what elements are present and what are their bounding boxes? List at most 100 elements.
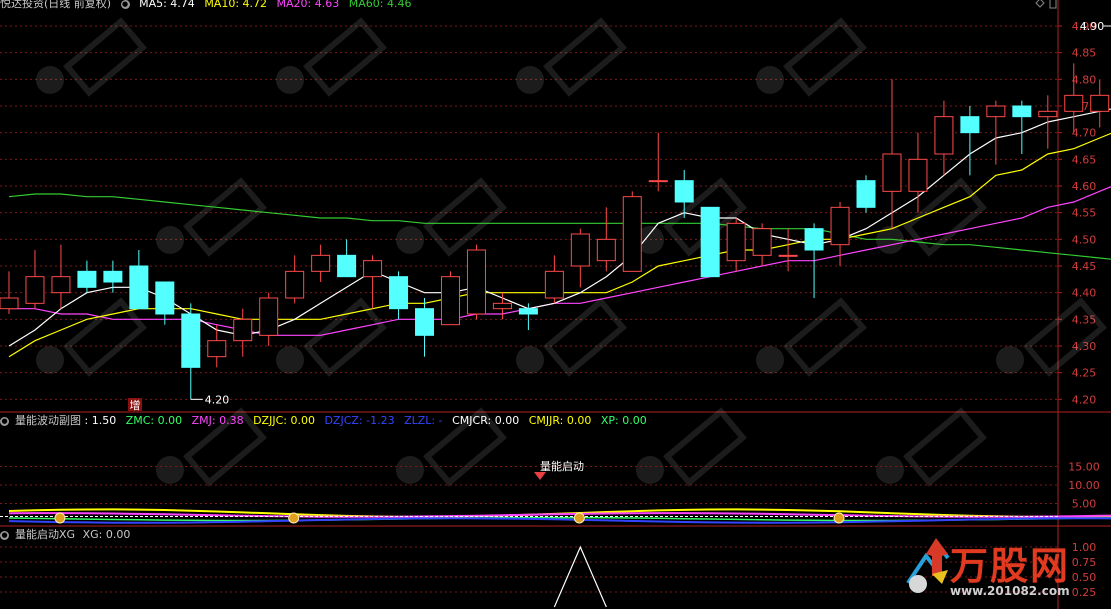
ma60-label: MA60: 4.46 <box>348 0 412 10</box>
candle-body <box>752 228 772 256</box>
sub2-name[interactable]: 量能启动XG <box>15 528 75 541</box>
candle-body <box>570 233 590 267</box>
candlestick <box>778 228 798 272</box>
candle-body <box>129 265 149 310</box>
candlestick <box>233 308 253 357</box>
xg-label: XG: 0.00 <box>82 528 131 541</box>
ma20-label: MA20: 4.63 <box>276 0 340 10</box>
watermark-shape <box>783 17 867 97</box>
watermark-shape <box>756 66 784 94</box>
candle-body <box>674 180 694 203</box>
candlestick <box>934 100 954 176</box>
sub1-axis-label: 5.00 <box>1072 498 1097 511</box>
price-axis-label: 4.80 <box>1072 73 1097 86</box>
candle-body <box>285 270 305 299</box>
candlestick <box>77 260 97 293</box>
watermark-shape <box>423 177 507 257</box>
zeng-marker: 增 <box>130 398 141 412</box>
watermark-shape <box>156 226 184 254</box>
watermark-shape <box>756 346 784 374</box>
candlestick <box>700 206 720 278</box>
watermark-shape <box>516 346 544 374</box>
candle-body <box>908 158 928 192</box>
sub1-val0: : 1.50 <box>84 414 117 427</box>
candlestick <box>596 207 616 272</box>
candle-body <box>77 270 97 288</box>
candlestick <box>363 255 383 309</box>
price-axis-label: 4.40 <box>1072 287 1097 300</box>
sub1-name[interactable]: 量能波动副图 <box>15 414 81 427</box>
signal-diamond-icon <box>534 472 546 480</box>
candlestick <box>155 281 175 325</box>
price-axis-label: 4.70 <box>1072 127 1097 140</box>
price-axis-label: 4.45 <box>1072 260 1097 273</box>
candle-body <box>363 260 383 278</box>
watermark-shape <box>516 66 544 94</box>
watermark-shape <box>276 66 304 94</box>
diamond-icon <box>1035 0 1045 8</box>
candlestick <box>337 239 357 278</box>
moneybag-icon <box>288 512 300 524</box>
watermark-shape <box>543 17 627 97</box>
candle-body <box>518 308 538 315</box>
candle-body <box>207 340 227 358</box>
candlestick <box>51 244 71 309</box>
watermark-shape <box>1023 297 1107 377</box>
kline-chart[interactable]: 4.904.854.804.754.704.654.604.554.504.45… <box>0 0 1111 609</box>
candle-body <box>51 276 71 294</box>
sub2-header: ● 量能启动XG XG: 0.00 <box>0 528 136 541</box>
candlestick <box>752 223 772 266</box>
candle-body <box>544 270 564 299</box>
candle-body <box>622 196 642 272</box>
settings-icon[interactable]: ● <box>0 416 9 426</box>
settings-icon[interactable]: ● <box>120 0 130 9</box>
candle-body <box>1038 110 1058 118</box>
candle-body <box>466 249 486 315</box>
candlestick <box>1038 95 1058 149</box>
price-axis-label: 4.65 <box>1072 153 1097 166</box>
candle-body <box>700 206 720 278</box>
candlestick <box>259 292 279 346</box>
dzjcz-label: DZJCZ: -1.23 <box>324 414 395 427</box>
candlestick <box>1090 79 1110 128</box>
candle-body <box>311 254 331 272</box>
candlestick <box>622 191 642 272</box>
candle-body <box>415 308 435 336</box>
watermark-shape <box>396 456 424 484</box>
watermark-shape <box>36 346 64 374</box>
settings-icon[interactable]: ● <box>0 530 9 540</box>
watermark-pattern <box>876 407 987 487</box>
watermark-shape <box>663 407 747 487</box>
candle-body <box>259 297 279 336</box>
price-axis-label: 4.50 <box>1072 233 1097 246</box>
candlestick <box>285 255 305 304</box>
candlestick <box>856 175 876 213</box>
candle-body <box>882 153 902 192</box>
sub1-axis-label: 10.00 <box>1068 479 1100 492</box>
stock-title[interactable]: 悦达投资(日线 前复权) <box>0 0 111 10</box>
watermark-pattern <box>276 17 387 97</box>
candlestick <box>960 106 980 176</box>
ma5-label: MA5: 4.74 <box>139 0 195 10</box>
watermark-pattern <box>756 17 867 97</box>
window-icon <box>1049 0 1057 9</box>
watermark-shape <box>996 346 1024 374</box>
candlestick <box>986 100 1006 165</box>
watermark-shape <box>36 66 64 94</box>
high-price-label: 4.90 <box>1080 20 1105 33</box>
price-axis-label: 4.25 <box>1072 367 1097 380</box>
candlestick <box>440 271 460 326</box>
watermark-shape <box>303 297 387 377</box>
moneybag-icon <box>54 512 66 524</box>
watermark-pattern <box>996 297 1107 377</box>
candle-body <box>960 116 980 134</box>
candle-body <box>155 281 175 315</box>
brand-name: 万股网 <box>950 544 1071 588</box>
watermark-shape <box>63 17 147 97</box>
watermark-shape <box>543 297 627 377</box>
candle-body <box>492 302 512 310</box>
price-axis-label: 4.20 <box>1072 393 1097 406</box>
candle-body <box>25 276 45 304</box>
candlestick <box>389 271 409 320</box>
candlestick <box>648 132 668 192</box>
